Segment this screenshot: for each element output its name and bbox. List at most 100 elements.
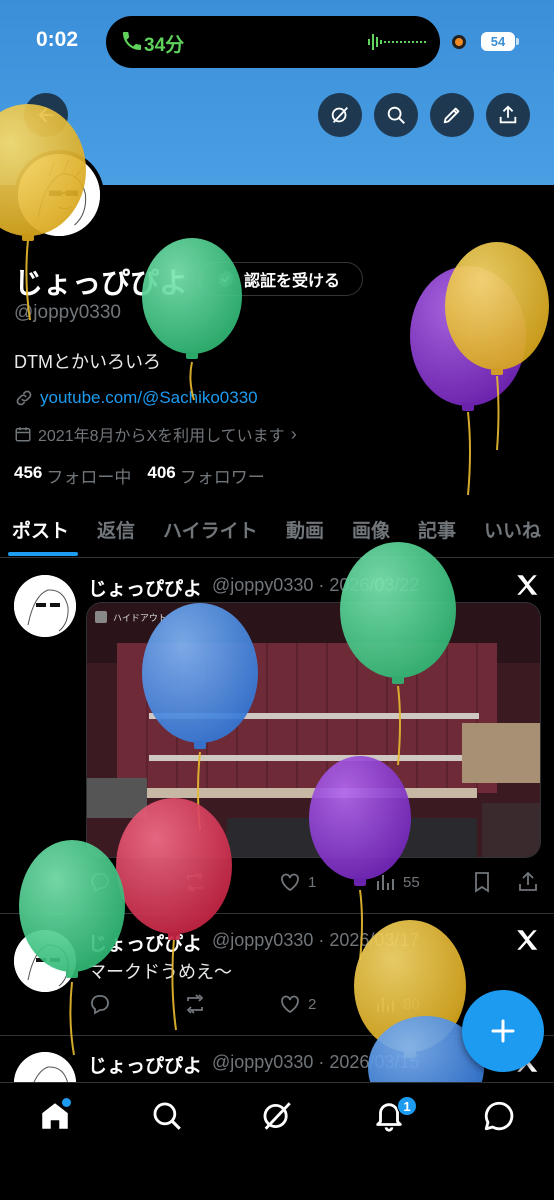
status-time: 0:02: [36, 28, 79, 51]
repost-action[interactable]: [183, 992, 213, 1016]
edit-icon: [443, 107, 460, 124]
grok-icon: [331, 107, 349, 123]
plus-icon: [491, 1019, 515, 1043]
post-media-image[interactable]: ハイドアウト: [86, 602, 541, 858]
tab-images[interactable]: 画像: [352, 516, 390, 543]
link-icon: [16, 390, 32, 406]
post-text: マークドうめえ〜: [88, 962, 232, 982]
profile-bio: DTMとかいろいろ: [14, 352, 161, 372]
followers-count[interactable]: 406: [147, 463, 175, 488]
status-bar: 0:02 34分 54: [0, 0, 554, 84]
avatar-illustration: [14, 1052, 76, 1082]
search-icon: [387, 106, 405, 124]
recording-indicator: [452, 35, 466, 49]
like-action[interactable]: 1: [278, 870, 316, 894]
balloon-purple: [410, 266, 526, 496]
post-meta: @joppy0330 · 2026/03/22: [212, 575, 420, 595]
battery-tip: [516, 38, 519, 45]
game-room-screenshot: [87, 603, 540, 857]
bottom-navigation: 1: [0, 1082, 554, 1200]
audio-wave-icon: [368, 34, 426, 50]
compose-post-button[interactable]: [462, 990, 544, 1072]
x-logo-icon[interactable]: [514, 572, 540, 598]
avatar-illustration: [18, 154, 100, 236]
grok-button[interactable]: [318, 93, 362, 137]
x-logo-icon[interactable]: [514, 927, 540, 953]
share-button[interactable]: [486, 93, 530, 137]
heart-icon: [281, 873, 299, 892]
home-unread-dot: [62, 1098, 71, 1107]
chevron-right-icon: ›: [290, 423, 297, 444]
tab-videos[interactable]: 動画: [286, 516, 324, 543]
balloon-yellow: [445, 242, 549, 451]
views-icon: [377, 997, 394, 1012]
bookmark-icon: [475, 872, 489, 893]
like-count: 1: [308, 873, 317, 891]
profile-link[interactable]: youtube.com/@Sachiko0330: [14, 387, 258, 409]
tab-articles[interactable]: 記事: [418, 516, 456, 543]
heart-icon: [281, 995, 299, 1014]
verified-badge-icon: [218, 270, 234, 288]
tab-highlights[interactable]: ハイライト: [163, 516, 258, 543]
reply-action[interactable]: [88, 870, 118, 894]
search-button[interactable]: [374, 93, 418, 137]
tab-replies[interactable]: 返信: [97, 516, 135, 543]
back-button[interactable]: [24, 93, 68, 137]
edit-button[interactable]: [430, 93, 474, 137]
profile-tabs: ポスト 返信 ハイライト 動画 画像 記事 いいね: [0, 508, 554, 558]
share-action[interactable]: [516, 870, 540, 894]
repost-action[interactable]: [183, 870, 213, 894]
grok-icon: [263, 1102, 291, 1130]
reply-icon: [91, 873, 109, 893]
phone-icon: [123, 32, 141, 50]
back-icon: [38, 107, 54, 123]
post-avatar[interactable]: [14, 930, 76, 992]
view-count: 55: [403, 873, 420, 891]
avatar-illustration: [14, 575, 76, 637]
nav-messages[interactable]: [482, 1099, 518, 1135]
joined-text: 2021年8月からXを利用しています: [38, 428, 285, 445]
post-author-name[interactable]: じょっぴぴよ: [88, 1051, 202, 1078]
calendar-icon: [15, 427, 31, 442]
repost-icon: [186, 994, 204, 1014]
followers-label[interactable]: フォロワー: [180, 463, 265, 488]
avatar-illustration: [14, 930, 76, 992]
call-duration: 34分: [144, 35, 185, 56]
profile-display-name: じょっぴぴよ: [14, 268, 189, 300]
following-count[interactable]: 456: [14, 463, 42, 488]
nav-grok[interactable]: [260, 1099, 296, 1135]
views-icon: [377, 875, 394, 890]
post-meta: @joppy0330 · 2026/03/15: [212, 1052, 420, 1072]
like-action[interactable]: 2: [278, 992, 316, 1016]
battery-indicator: 54: [481, 32, 515, 51]
reply-icon: [91, 995, 109, 1015]
post-avatar[interactable]: [14, 1052, 76, 1082]
notification-badge: 1: [397, 1096, 417, 1116]
repost-icon: [186, 872, 204, 892]
media-watermark: ハイドアウト: [113, 613, 167, 623]
nav-search[interactable]: [150, 1099, 186, 1135]
post-author-name[interactable]: じょっぴぴよ: [88, 929, 202, 956]
views-action[interactable]: 55: [373, 870, 420, 894]
post-meta: @joppy0330 · 2026/03/17: [212, 930, 420, 950]
profile-joined[interactable]: 2021年8月からXを利用しています ›: [14, 423, 297, 445]
view-count: 80: [403, 995, 420, 1013]
profile-link-text[interactable]: youtube.com/@Sachiko0330: [40, 388, 258, 408]
get-verified-button[interactable]: 認証を受ける: [199, 262, 363, 296]
post-avatar[interactable]: [14, 575, 76, 637]
following-label[interactable]: フォロー中: [46, 463, 131, 488]
share-icon: [499, 105, 517, 124]
profile-handle: @joppy0330: [14, 302, 121, 323]
dynamic-island[interactable]: 34分: [106, 16, 440, 68]
share-icon: [519, 871, 537, 891]
views-action[interactable]: 80: [373, 992, 420, 1016]
tab-likes[interactable]: いいね: [484, 516, 541, 543]
tab-posts[interactable]: ポスト: [12, 516, 69, 543]
profile-avatar[interactable]: [14, 150, 104, 240]
like-count: 2: [308, 995, 317, 1013]
post-author-name[interactable]: じょっぴぴよ: [88, 574, 202, 601]
reply-action[interactable]: [88, 992, 118, 1016]
search-icon: [153, 1102, 181, 1130]
active-tab-indicator: [8, 552, 78, 556]
bookmark-action[interactable]: [470, 870, 494, 894]
